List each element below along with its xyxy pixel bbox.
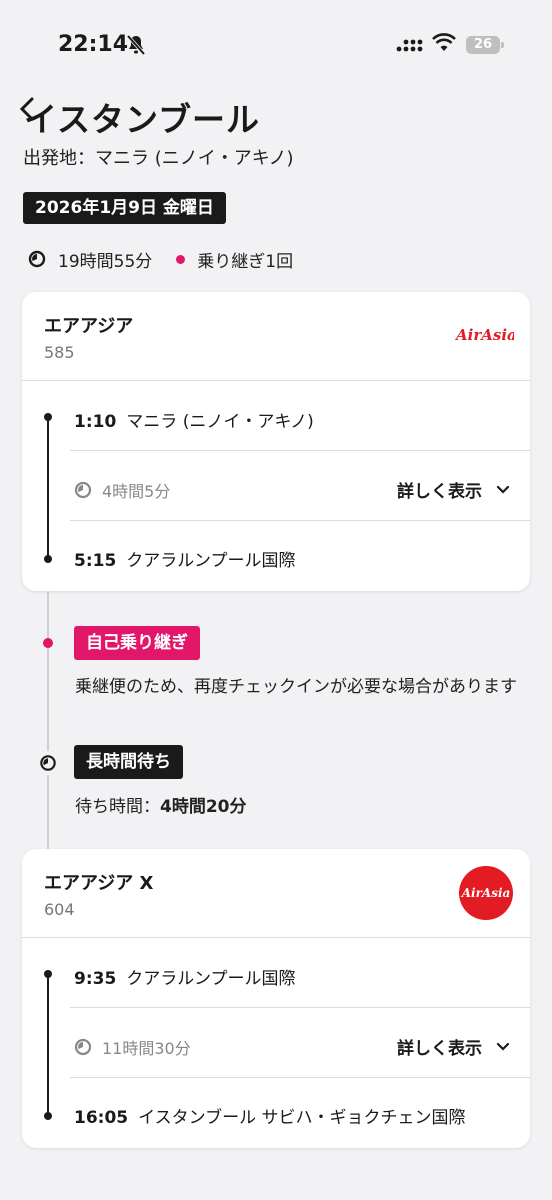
flight-card-2[interactable]: エアアジア X 604 AirAsia 9:35 クアラルンプール国際 11時間3… xyxy=(22,849,530,1148)
show-details-label: 詳しく表示 xyxy=(397,1039,482,1059)
airline-name: エアアジア xyxy=(44,316,134,337)
airasia-x-logo: AirAsia xyxy=(459,866,513,920)
departure-airport: マニラ (ニノイ・アキノ) xyxy=(126,412,314,432)
clock-icon xyxy=(37,751,59,775)
battery-icon: 26 xyxy=(466,36,504,54)
duration-text: 4時間5分 xyxy=(102,482,171,501)
chevron-down-icon xyxy=(496,1042,510,1051)
arrival-row: 5:15 クアラルンプール国際 xyxy=(74,546,295,571)
flight-duration: 11時間30分 xyxy=(74,1035,191,1059)
origin-text: 出発地：マニラ (ニノイ・アキノ) xyxy=(23,148,294,169)
wifi-icon xyxy=(432,33,456,51)
duration-text: 11時間30分 xyxy=(102,1039,191,1058)
flight-number: 585 xyxy=(44,343,75,362)
arrival-row: 16:05 イスタンブール サビハ・ギョクチェン国際 xyxy=(74,1103,466,1128)
transfer-dot-icon xyxy=(176,254,186,264)
page-title: イスタンブール xyxy=(24,100,261,139)
show-details-button[interactable]: 詳しく表示 xyxy=(397,1034,510,1059)
flight-duration: 4時間5分 xyxy=(74,478,170,502)
signal-icon xyxy=(396,39,423,52)
chevron-down-icon xyxy=(496,485,510,494)
wait-time: 待ち時間：4時間20分 xyxy=(75,792,247,817)
departure-time: 1:10 xyxy=(74,412,117,432)
arrival-time: 5:15 xyxy=(74,551,117,571)
svg-text:AirAsia: AirAsia xyxy=(461,886,511,900)
transfer-count: 乗り継ぎ1回 xyxy=(197,251,294,272)
flight-card-1[interactable]: エアアジア 585 AirAsia 1:10 マニラ (ニノイ・アキノ) 4時間5… xyxy=(22,292,530,591)
status-time: 22:14 xyxy=(58,32,129,57)
clock-icon xyxy=(74,481,92,499)
status-bar: 22:14 26 xyxy=(0,0,552,80)
airline-name: エアアジア X xyxy=(44,873,154,894)
show-details-button[interactable]: 詳しく表示 xyxy=(397,477,510,502)
departure-time: 9:35 xyxy=(74,969,117,989)
long-wait-badge: 長時間待ち xyxy=(74,745,183,779)
self-transfer-badge: 自己乗り継ぎ xyxy=(74,626,200,660)
airasia-logo: AirAsia xyxy=(454,326,514,344)
departure-row: 1:10 マニラ (ニノイ・アキノ) xyxy=(74,407,314,432)
battery-level: 26 xyxy=(466,36,500,54)
departure-airport: クアラルンプール国際 xyxy=(126,969,296,989)
date-badge: 2026年1月9日 金曜日 xyxy=(23,192,226,224)
self-transfer-note: 乗継便のため、再度チェックインが必要な場合があります xyxy=(75,677,517,697)
connection-line xyxy=(47,591,49,849)
svg-text:AirAsia: AirAsia xyxy=(454,326,514,344)
self-transfer-dot-icon xyxy=(43,638,53,648)
wait-time-value: 4時間20分 xyxy=(160,797,247,817)
trip-summary: 19時間55分 乗り継ぎ1回 xyxy=(28,246,293,272)
clock-icon xyxy=(28,250,46,268)
wait-time-label: 待ち時間： xyxy=(75,797,160,817)
total-duration: 19時間55分 xyxy=(58,251,153,272)
bell-muted-icon xyxy=(126,34,146,56)
show-details-label: 詳しく表示 xyxy=(397,482,482,502)
arrival-time: 16:05 xyxy=(74,1108,129,1128)
clock-icon xyxy=(74,1038,92,1056)
arrival-airport: クアラルンプール国際 xyxy=(126,551,296,571)
flight-number: 604 xyxy=(44,900,75,919)
departure-row: 9:35 クアラルンプール国際 xyxy=(74,964,295,989)
arrival-airport: イスタンブール サビハ・ギョクチェン国際 xyxy=(138,1108,466,1128)
